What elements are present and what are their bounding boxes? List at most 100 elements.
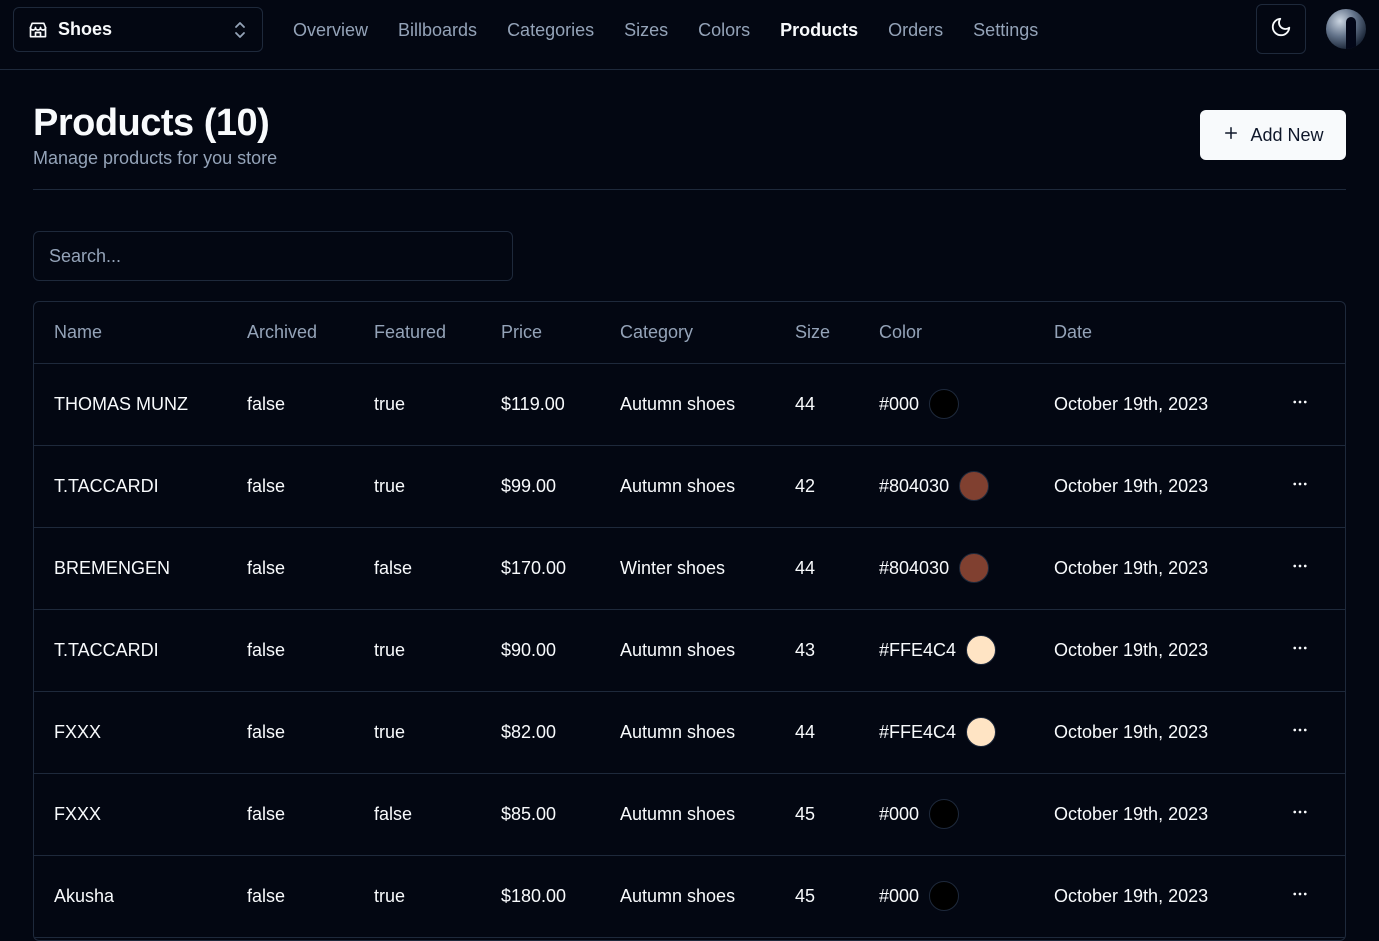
cell-price: $99.00 (481, 445, 600, 528)
cell-size: 43 (775, 609, 859, 692)
top-navbar: Shoes Overview Billboards Categories Siz… (0, 0, 1379, 70)
color-value: #000 (879, 885, 920, 906)
avatar-silhouette (1346, 17, 1356, 49)
cell-featured: true (354, 363, 481, 446)
cell-date: October 19th, 2023 (1034, 609, 1264, 692)
cell-category: Autumn shoes (600, 773, 775, 856)
color-cell-content: #804030 (879, 446, 1034, 527)
nav-categories[interactable]: Categories (507, 20, 594, 41)
more-horizontal-icon (1291, 721, 1309, 744)
column-header-price: Price (481, 302, 600, 364)
color-value: #000 (879, 393, 920, 414)
cell-color: #000 (859, 855, 1034, 938)
cell-price: $85.00 (481, 773, 600, 856)
color-cell-content: #000 (879, 774, 1034, 855)
cell-name: Akusha (34, 855, 227, 938)
more-horizontal-icon (1291, 639, 1309, 662)
nav-sizes[interactable]: Sizes (624, 20, 668, 41)
row-actions-button[interactable] (1284, 388, 1316, 420)
nav-settings[interactable]: Settings (973, 20, 1038, 41)
cell-archived: false (227, 609, 354, 692)
color-swatch (929, 881, 960, 911)
column-header-color: Color (859, 302, 1034, 364)
cell-archived: false (227, 445, 354, 528)
cell-date: October 19th, 2023 (1034, 527, 1264, 610)
cell-size: 44 (775, 691, 859, 774)
column-header-date: Date (1034, 302, 1264, 364)
nav-products[interactable]: Products (780, 20, 858, 41)
cell-featured: false (354, 773, 481, 856)
nav-billboards[interactable]: Billboards (398, 20, 477, 41)
more-horizontal-icon (1291, 393, 1309, 416)
more-horizontal-icon (1291, 557, 1309, 580)
page-title: Products (10) (33, 102, 270, 144)
column-header-name: Name (34, 302, 227, 364)
column-header-size: Size (775, 302, 859, 364)
row-actions-button[interactable] (1284, 470, 1316, 502)
row-actions-button[interactable] (1284, 880, 1316, 912)
table-header-row: Name Archived Featured Price Category Si… (34, 302, 1345, 364)
page-header: Products (10) Manage products for you st… (33, 100, 1346, 190)
more-horizontal-icon (1291, 885, 1309, 908)
cell-date: October 19th, 2023 (1034, 363, 1264, 446)
cell-color: #804030 (859, 527, 1034, 610)
table-row: FXXX false true $82.00 Autumn shoes 44 #FFE4C4… (34, 691, 1345, 774)
nav-orders[interactable]: Orders (888, 20, 943, 41)
cell-category: Autumn shoes (600, 363, 775, 446)
cell-name: T.TACCARDI (34, 445, 227, 528)
table-row: T.TACCARDI false true $90.00 Autumn shoes 43 #… (34, 609, 1345, 692)
store-icon (28, 20, 48, 40)
color-value: #000 (879, 803, 920, 824)
nav-colors[interactable]: Colors (698, 20, 750, 41)
moon-icon (1270, 16, 1292, 43)
cell-category: Autumn shoes (600, 855, 775, 938)
color-cell-content: #000 (879, 364, 1034, 445)
color-cell-content: #000 (879, 856, 1034, 937)
table-row: T.TACCARDI false true $99.00 Autumn shoes 42 #… (34, 445, 1345, 528)
cell-actions (1264, 609, 1345, 692)
color-cell-content: #FFE4C4 (879, 692, 1034, 773)
search-input[interactable] (33, 231, 513, 281)
cell-size: 44 (775, 363, 859, 446)
cell-date: October 19th, 2023 (1034, 855, 1264, 938)
cell-featured: true (354, 691, 481, 774)
color-cell-content: #804030 (879, 528, 1034, 609)
more-horizontal-icon (1291, 475, 1309, 498)
chevrons-up-down-icon (232, 20, 248, 40)
cell-name: FXXX (34, 691, 227, 774)
products-table: Name Archived Featured Price Category Si… (33, 301, 1346, 941)
store-switcher[interactable]: Shoes (13, 7, 263, 52)
more-horizontal-icon (1291, 803, 1309, 826)
cell-category: Autumn shoes (600, 691, 775, 774)
nav-overview[interactable]: Overview (293, 20, 368, 41)
cell-actions (1264, 527, 1345, 610)
row-actions-button[interactable] (1284, 798, 1316, 830)
theme-toggle-button[interactable] (1256, 4, 1306, 54)
row-actions-button[interactable] (1284, 552, 1316, 584)
cell-name: FXXX (34, 773, 227, 856)
cell-name: BREMENGEN (34, 527, 227, 610)
cell-actions (1264, 855, 1345, 938)
cell-actions (1264, 363, 1345, 446)
color-swatch (929, 389, 960, 419)
cell-featured: true (354, 855, 481, 938)
cell-price: $90.00 (481, 609, 600, 692)
row-actions-button[interactable] (1284, 634, 1316, 666)
color-value: #FFE4C4 (879, 721, 957, 742)
cell-category: Winter shoes (600, 527, 775, 610)
add-new-button[interactable]: Add New (1200, 110, 1346, 160)
cell-date: October 19th, 2023 (1034, 445, 1264, 528)
cell-date: October 19th, 2023 (1034, 691, 1264, 774)
cell-featured: true (354, 609, 481, 692)
cell-actions (1264, 445, 1345, 528)
cell-archived: false (227, 855, 354, 938)
cell-color: #804030 (859, 445, 1034, 528)
cell-price: $82.00 (481, 691, 600, 774)
cell-category: Autumn shoes (600, 609, 775, 692)
cell-category: Autumn shoes (600, 445, 775, 528)
cell-color: #FFE4C4 (859, 609, 1034, 692)
user-avatar[interactable] (1326, 9, 1366, 49)
row-actions-button[interactable] (1284, 716, 1316, 748)
cell-archived: false (227, 363, 354, 446)
column-header-featured: Featured (354, 302, 481, 364)
